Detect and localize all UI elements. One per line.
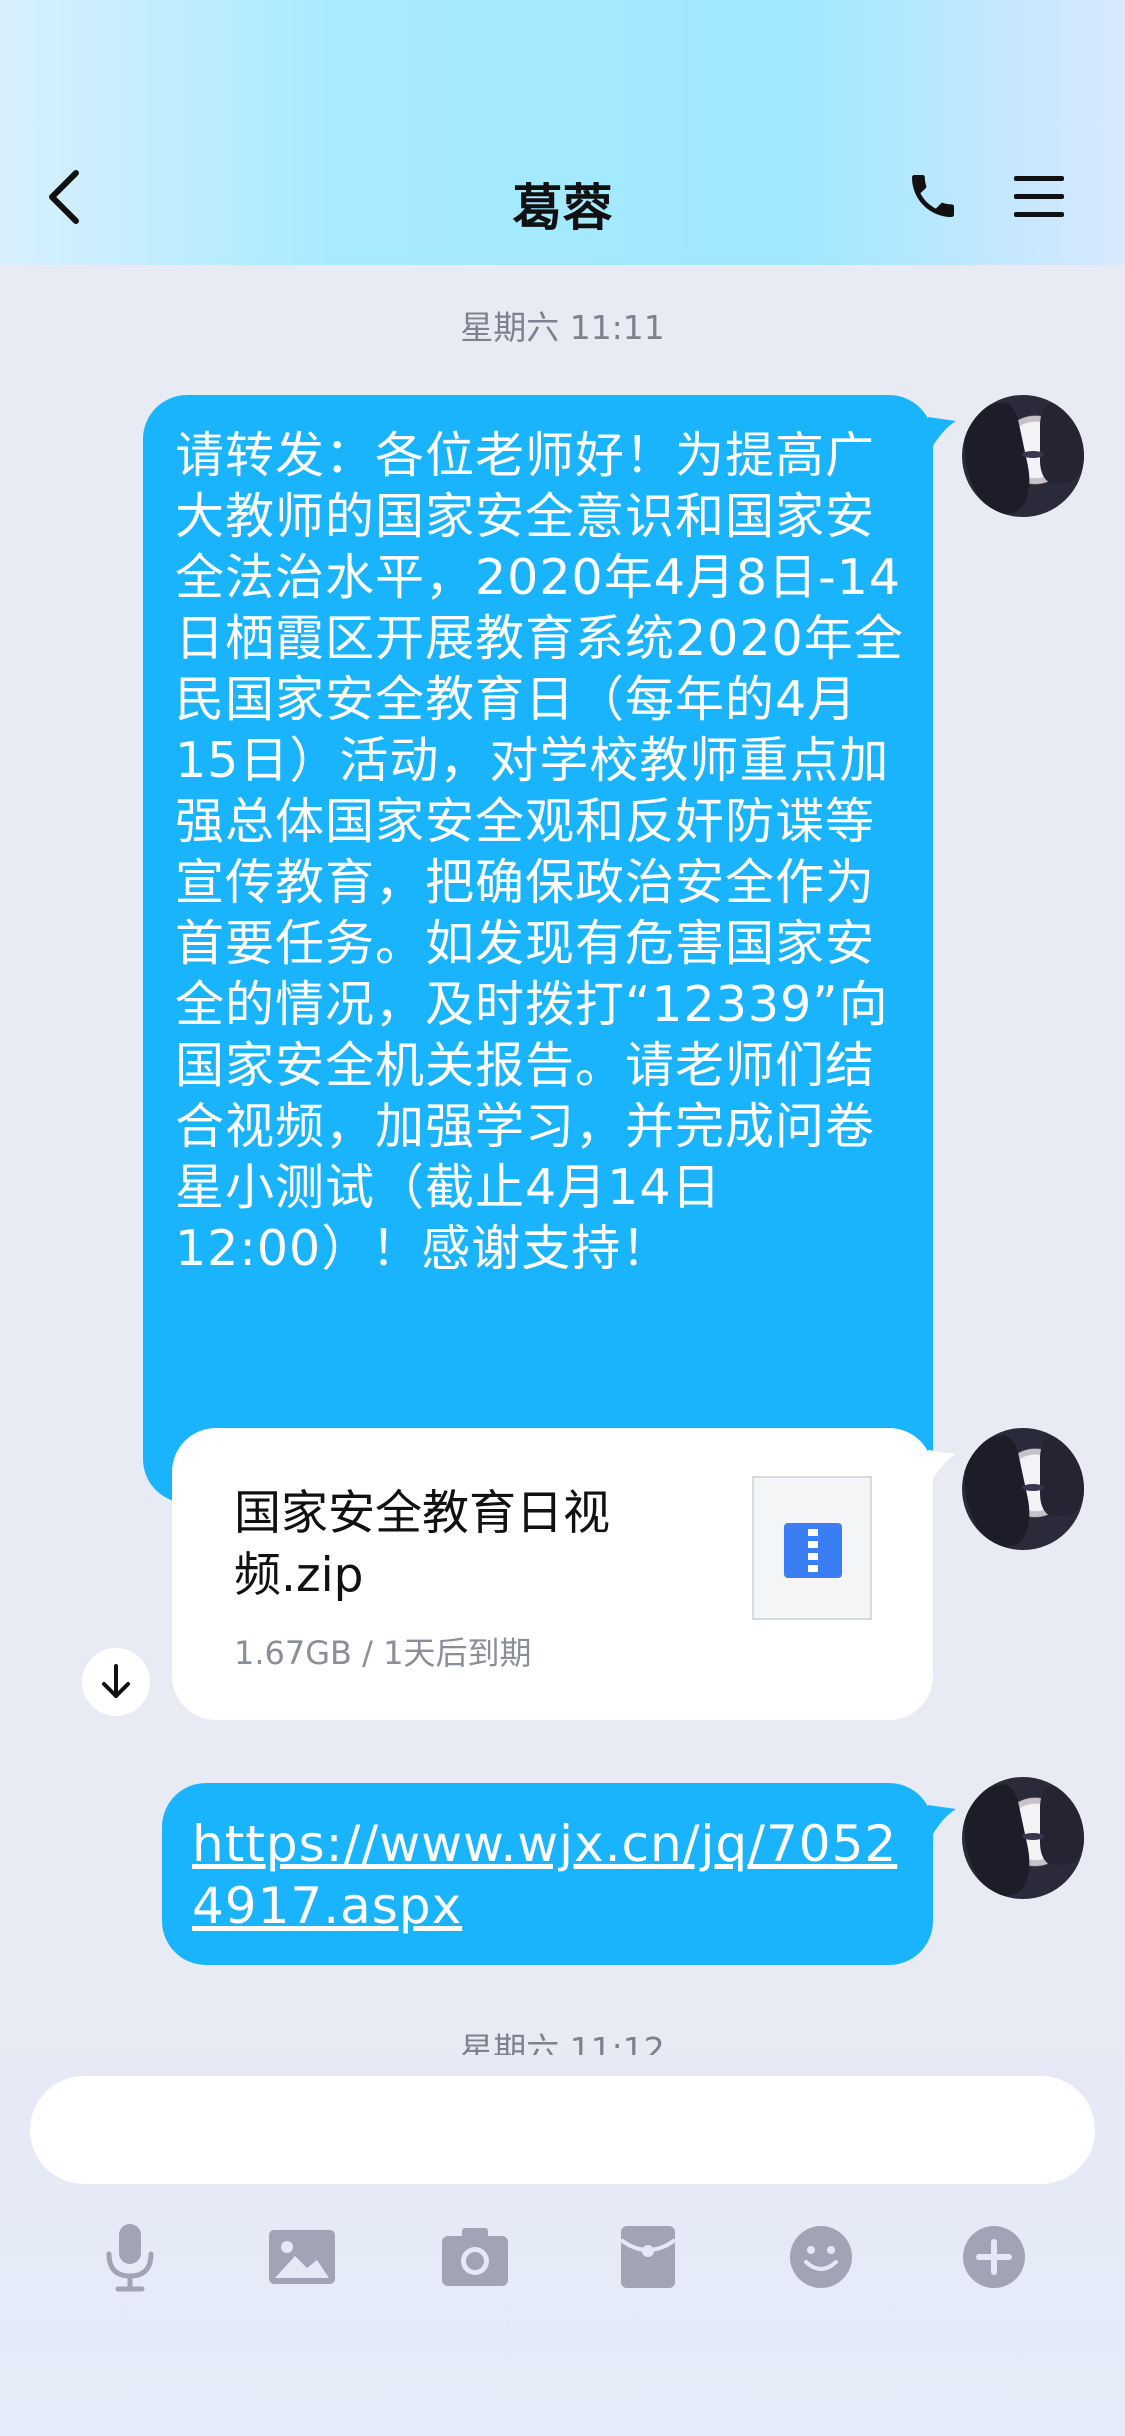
menu-icon[interactable] bbox=[1012, 172, 1066, 222]
zip-file-icon bbox=[784, 1523, 842, 1578]
file-message-bubble[interactable]: 国家安全教育日视频.zip 1.67GB / 1天后到期 bbox=[172, 1428, 933, 1720]
phone-icon[interactable] bbox=[905, 168, 961, 224]
bubble-tail bbox=[928, 1450, 956, 1488]
input-panel bbox=[0, 2055, 1125, 2436]
microphone-icon[interactable] bbox=[93, 2220, 167, 2294]
download-arrow-icon bbox=[102, 1664, 130, 1698]
camera-icon[interactable] bbox=[438, 2220, 512, 2294]
plus-icon[interactable] bbox=[957, 2220, 1031, 2294]
text-message-content: 请转发：各位老师好！为提高广大教师的国家安全意识和国家安全法治水平，2020年4… bbox=[175, 427, 904, 1277]
bubble-tail bbox=[928, 417, 956, 455]
sender-avatar[interactable] bbox=[962, 1777, 1084, 1899]
link-message-bubble[interactable]: https://www.wjx.cn/jq/70524917.aspx bbox=[162, 1783, 933, 1965]
emoji-icon[interactable] bbox=[784, 2220, 858, 2294]
chat-header: 葛蓉 bbox=[0, 0, 1125, 265]
image-icon[interactable] bbox=[265, 2220, 339, 2294]
message-timestamp: 星期六 11:11 bbox=[460, 308, 665, 347]
red-packet-icon[interactable] bbox=[611, 2220, 685, 2294]
sender-avatar[interactable] bbox=[962, 1428, 1084, 1550]
chat-area[interactable]: 星期六 11:11 请转发：各位老师好！为提高广大教师的国家安全意识和国家安全法… bbox=[0, 265, 1125, 2055]
file-name: 国家安全教育日视频.zip bbox=[234, 1486, 610, 1603]
message-timestamp: 星期六 11:12 bbox=[460, 2030, 665, 2055]
file-meta: 1.67GB / 1天后到期 bbox=[234, 1634, 532, 1672]
text-message-bubble[interactable]: 请转发：各位老师好！为提高广大教师的国家安全意识和国家安全法治水平，2020年4… bbox=[143, 395, 933, 1503]
bubble-tail bbox=[928, 1805, 956, 1843]
file-thumbnail bbox=[752, 1476, 872, 1620]
message-input[interactable] bbox=[30, 2076, 1095, 2184]
message-link[interactable]: https://www.wjx.cn/jq/70524917.aspx bbox=[192, 1813, 922, 1937]
sender-avatar[interactable] bbox=[962, 395, 1084, 517]
download-button[interactable] bbox=[82, 1648, 150, 1716]
